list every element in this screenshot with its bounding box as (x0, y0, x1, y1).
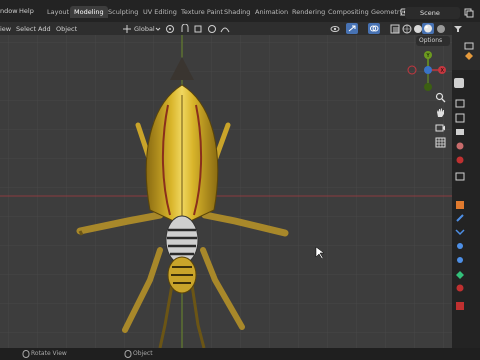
tool-tab-icon (454, 78, 464, 88)
gizmo-neg-x-axis (407, 65, 417, 75)
top-menu-bar: ndow Help Layout Modeling Sculpting UV E… (0, 0, 480, 22)
modifier-tab-icon (456, 214, 464, 222)
proportional-editing-icon[interactable] (207, 24, 217, 34)
menu-window[interactable]: ndow (0, 7, 18, 15)
menu-object[interactable]: Object (56, 25, 77, 33)
texture-tab-icon (456, 302, 464, 310)
3d-viewport[interactable]: Options Y X (0, 35, 452, 348)
svg-text:X: X (441, 68, 445, 74)
transform-orientation-dropdown[interactable]: Global (134, 25, 155, 33)
visibility-icon[interactable] (330, 24, 340, 34)
rendered-shading-icon[interactable] (436, 24, 446, 34)
gizmo-toggle-icon[interactable] (346, 23, 358, 34)
gizmo-z-axis (424, 66, 432, 74)
zoom-icon[interactable] (435, 92, 446, 103)
output-tab-icon (455, 113, 465, 123)
data-tab-icon (456, 271, 464, 279)
world-tab-icon (456, 156, 464, 164)
menu-select[interactable]: Select (16, 25, 36, 33)
snap-target-icon[interactable] (193, 24, 203, 34)
material-preview-icon[interactable] (422, 23, 434, 34)
tab-animation[interactable]: Animation (251, 6, 292, 18)
menu-help[interactable]: Help (19, 7, 34, 15)
collection-tab-icon (455, 172, 465, 181)
scene-tab-icon (456, 142, 464, 150)
mouse-icon (22, 350, 30, 358)
overlays-icon[interactable] (368, 23, 380, 34)
object-tab-icon (456, 201, 464, 209)
particles-tab-icon (455, 229, 465, 236)
transform-orientation-icon[interactable] (122, 24, 132, 34)
gizmo-neg-y-axis (424, 83, 432, 91)
menu-view[interactable]: iew (0, 25, 11, 33)
menu-add[interactable]: Add (38, 25, 51, 33)
filter-icon[interactable] (454, 25, 462, 33)
mouse-icon-right (124, 350, 132, 358)
tab-modeling[interactable]: Modeling (70, 6, 108, 18)
pivot-point-icon[interactable] (165, 24, 175, 34)
rotate-view-hint: Rotate View (31, 350, 67, 357)
scene-selector[interactable]: Scene (405, 7, 460, 19)
material-tab-icon (456, 284, 464, 292)
physics-tab-icon (457, 243, 463, 249)
outliner[interactable] (452, 22, 480, 70)
constraints-tab-icon (457, 257, 463, 263)
properties-tabs[interactable] (452, 72, 480, 348)
properties-panel (452, 22, 480, 348)
tab-compositing[interactable]: Compositing (324, 6, 373, 18)
tab-shading[interactable]: Shading (220, 6, 254, 18)
tab-uv-editing[interactable]: UV Editing (139, 6, 181, 18)
xray-icon[interactable] (390, 24, 400, 34)
tab-sculpting[interactable]: Sculpting (104, 6, 142, 18)
mesh-icon (464, 52, 474, 60)
wireframe-shading-icon[interactable] (402, 24, 412, 34)
chevron-down-icon (155, 26, 161, 32)
options-label: Options (419, 37, 443, 44)
collection-icon (464, 42, 474, 50)
camera-view-icon[interactable] (435, 122, 446, 133)
options-button[interactable]: Options (416, 36, 450, 46)
grid-toggle-icon[interactable] (435, 137, 446, 148)
viewport-grid (0, 35, 452, 348)
copy-scene-icon[interactable] (464, 8, 474, 18)
view-layer-tab-icon (456, 129, 464, 135)
viewport-header: iew Select Add Object Global (0, 22, 452, 35)
object-hint: Object (133, 350, 153, 357)
falloff-icon[interactable] (220, 24, 230, 34)
render-tab-icon (455, 99, 465, 108)
pan-hand-icon[interactable] (435, 107, 446, 118)
status-bar: Rotate View Object (0, 348, 480, 360)
tab-layout[interactable]: Layout (43, 6, 73, 18)
snap-icon[interactable] (180, 23, 190, 34)
scene-name: Scene (420, 9, 440, 17)
